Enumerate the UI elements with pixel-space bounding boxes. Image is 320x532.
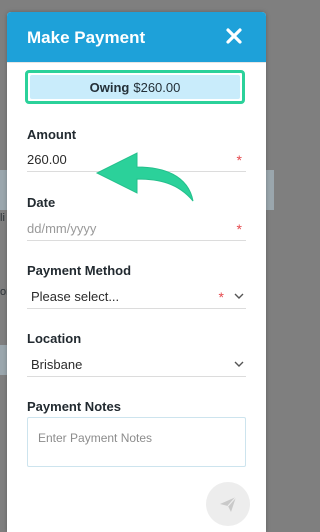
owing-banner: Owing $260.00 xyxy=(25,70,245,104)
modal-title: Make Payment xyxy=(27,28,146,47)
required-marker: * xyxy=(218,289,224,305)
send-icon xyxy=(220,496,237,512)
amount-value: 260.00 xyxy=(27,152,67,167)
chevron-down-icon xyxy=(234,361,244,367)
owing-amount: $260.00 xyxy=(133,79,181,95)
payment-notes-textarea[interactable]: Enter Payment Notes xyxy=(27,417,246,467)
close-icon xyxy=(226,28,242,44)
location-label: Location xyxy=(27,331,82,346)
date-placeholder: dd/mm/yyyy xyxy=(27,221,97,236)
date-label: Date xyxy=(27,195,56,210)
submit-payment-button[interactable] xyxy=(206,482,250,526)
make-payment-modal: Make Payment Owing $260.00 Amount 260.00… xyxy=(7,12,266,532)
required-marker: * xyxy=(236,221,242,237)
payment-method-select[interactable]: Please select... * xyxy=(27,284,246,309)
owing-label: Owing xyxy=(89,79,130,95)
close-button[interactable] xyxy=(224,25,244,47)
annotation-arrow xyxy=(95,152,194,202)
amount-label: Amount xyxy=(27,127,77,142)
background-header-strip xyxy=(0,170,7,210)
date-field[interactable]: dd/mm/yyyy * xyxy=(27,216,246,241)
payment-notes-placeholder: Enter Payment Notes xyxy=(38,431,153,445)
payment-method-label: Payment Method xyxy=(27,263,132,278)
modal-header: Make Payment xyxy=(7,12,266,63)
payment-method-value: Please select... xyxy=(31,289,120,304)
location-value: Brisbane xyxy=(31,357,83,372)
background-row-strip xyxy=(0,345,7,375)
location-select[interactable]: Brisbane xyxy=(27,352,246,377)
payment-notes-label: Payment Notes xyxy=(27,399,121,414)
background-row-text: li xyxy=(0,212,5,224)
chevron-down-icon xyxy=(234,293,244,299)
background-row-strip xyxy=(266,170,274,210)
required-marker: * xyxy=(236,152,242,168)
